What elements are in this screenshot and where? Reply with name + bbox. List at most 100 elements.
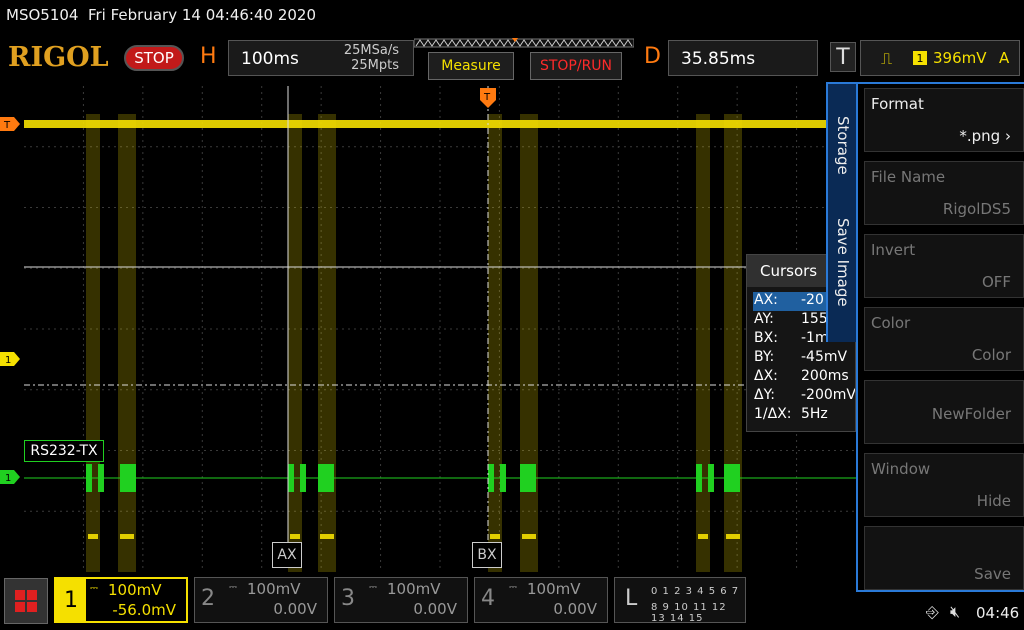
waveform-grid[interactable] [24,86,856,572]
cursor-row-dy: ΔY: -200mV [753,387,856,406]
memory-position-strip [414,38,634,48]
ch1-burst-dot [120,534,134,539]
measure-button[interactable]: Measure [428,52,514,80]
digital-frame [708,464,714,492]
delay-letter[interactable]: D [644,44,661,69]
run-state-badge[interactable]: STOP [124,45,184,71]
delay-value: 35.85ms [681,49,756,69]
trigger-box[interactable]: ⎍ 1 396mV A [860,40,1020,76]
ch1-burst-dot [290,534,300,539]
cursor-a-label[interactable]: AX [272,542,302,568]
digital-frame [98,464,104,492]
ch1-offset-marker[interactable]: 1 [0,352,20,366]
digital-offset-marker[interactable]: 1 [0,470,20,484]
trigger-letter[interactable]: T [830,42,856,72]
cursor-row-value: 200ms [801,368,849,384]
menu-item-title: Invert [871,241,916,259]
delay-box[interactable]: 35.85ms [668,40,818,76]
dc-coupling-icon: ⎓ [369,582,377,593]
dc-coupling-icon: ⎓ [509,582,517,593]
menu-item-title: Format [871,95,924,113]
save-button[interactable]: Save [864,526,1024,590]
cursor-row-label: ΔX: [754,368,778,384]
memory-depth: 25Mpts [351,58,399,73]
ch1-burst [318,114,336,572]
cursor-row-by: BY: -45mV [753,349,855,368]
sample-rate: 25MSa/s [343,43,399,58]
speaker-muted-icon[interactable]: 🔇︎ [950,602,960,622]
horizontal-letter[interactable]: H [200,44,217,69]
cursor-b-label[interactable]: BX [472,542,502,568]
timebase-value: 100ms [241,49,299,69]
ch1-burst [520,114,538,572]
channel-offset: 0.00V [413,600,457,618]
digital-frame [520,464,536,492]
cursor-row-value: -200mV [801,387,856,403]
ch1-burst-dot [320,534,334,539]
channel-scale: 100mV [527,580,581,598]
channel-4-box[interactable]: 4 ⎓ 100mV 0.00V [474,577,608,623]
menu-item-value: RigolDS5 [942,200,1011,218]
ch1-marker-label: 1 [5,355,11,366]
trigger-mode: A [999,49,1010,67]
digital-frame [724,464,740,492]
trigger-level: 396mV [933,49,987,67]
trigger-level-marker[interactable]: T [0,117,20,131]
main-menu-button[interactable] [4,578,48,624]
ch1-burst-dot [522,534,536,539]
tab-save-image[interactable]: Save Image [834,218,852,307]
ch1-burst-dot [88,534,98,539]
invert-button[interactable]: Invert OFF [864,234,1024,298]
digital-frame [288,464,294,492]
cursor-row-label: AY: [754,311,774,327]
sample-rate-info: 25MSa/s 25Mpts [344,43,399,73]
digital-frame [300,464,306,492]
channel-2-box[interactable]: 2 ⎓ 100mV 0.00V [194,577,328,623]
cursor-row-label: AX: [754,292,778,308]
menu-item-value: OFF [981,273,1011,291]
status-clock: 04:46 [976,604,1020,622]
logic-letter: L [625,586,638,611]
channel-number: 3 [341,586,355,611]
rising-edge-icon: ⎍ [881,49,893,68]
model-datetime-line: MSO5104 Fri February 14 04:46:40 2020 [6,6,317,24]
ch1-burst [118,114,136,572]
menu-item-value: Color [971,346,1011,364]
trigger-marker-label: T [3,120,11,131]
digital-frame [488,464,494,492]
stop-run-button[interactable]: STOP/RUN [530,52,622,80]
horizontal-timebase-box[interactable]: 100ms 25MSa/s 25Mpts [228,40,414,76]
cursor-row-value: 5Hz [801,406,828,422]
menu-item-value: NewFolder [931,405,1011,423]
trigger-top-label: T [483,92,491,103]
menu-tab-strip[interactable]: Storage Save Image [826,82,858,342]
dc-coupling-icon: ⎓ [229,582,237,593]
trigger-position-marker[interactable]: T [480,88,496,108]
ch1-burst [86,114,100,572]
cursor-row-label: 1/ΔX: [754,406,792,422]
logic-analyzer-box[interactable]: L 0 1 2 3 4 5 6 7 8 9 10 11 12 13 14 15 [614,577,746,624]
menu-item-value: *.png › [959,127,1011,145]
decode-bus-label[interactable]: RS232-TX [24,440,104,462]
digital-frame [86,464,92,492]
cursor-row-value: -45mV [801,349,848,365]
cursor-row-dx: ΔX: 200ms [753,368,855,387]
window-button[interactable]: Window Hide [864,453,1024,517]
tab-storage[interactable]: Storage [834,116,852,175]
channel-scale: 100mV [247,580,301,598]
channel-offset: 0.00V [553,600,597,618]
trigger-source-badge: 1 [913,51,927,65]
logic-channels-row-2: 8 9 10 11 12 13 14 15 [651,602,727,624]
new-folder-button[interactable]: NewFolder [864,380,1024,444]
format-button[interactable]: Format *.png › [864,88,1024,152]
channel-3-box[interactable]: 3 ⎓ 100mV 0.00V [334,577,468,623]
channel-scale: 100mV [387,580,441,598]
digital-frame [318,464,334,492]
channel-1-box[interactable]: 1 ⎓ 100mV -56.0mV [54,577,188,623]
color-button[interactable]: Color Color [864,307,1024,371]
file-name-button[interactable]: File Name RigolDS5 [864,161,1024,225]
channel-number: 1 [56,579,86,621]
ch1-burst-dot [726,534,740,539]
channel-offset: -56.0mV [112,601,176,619]
ch1-burst-dot [490,534,500,539]
